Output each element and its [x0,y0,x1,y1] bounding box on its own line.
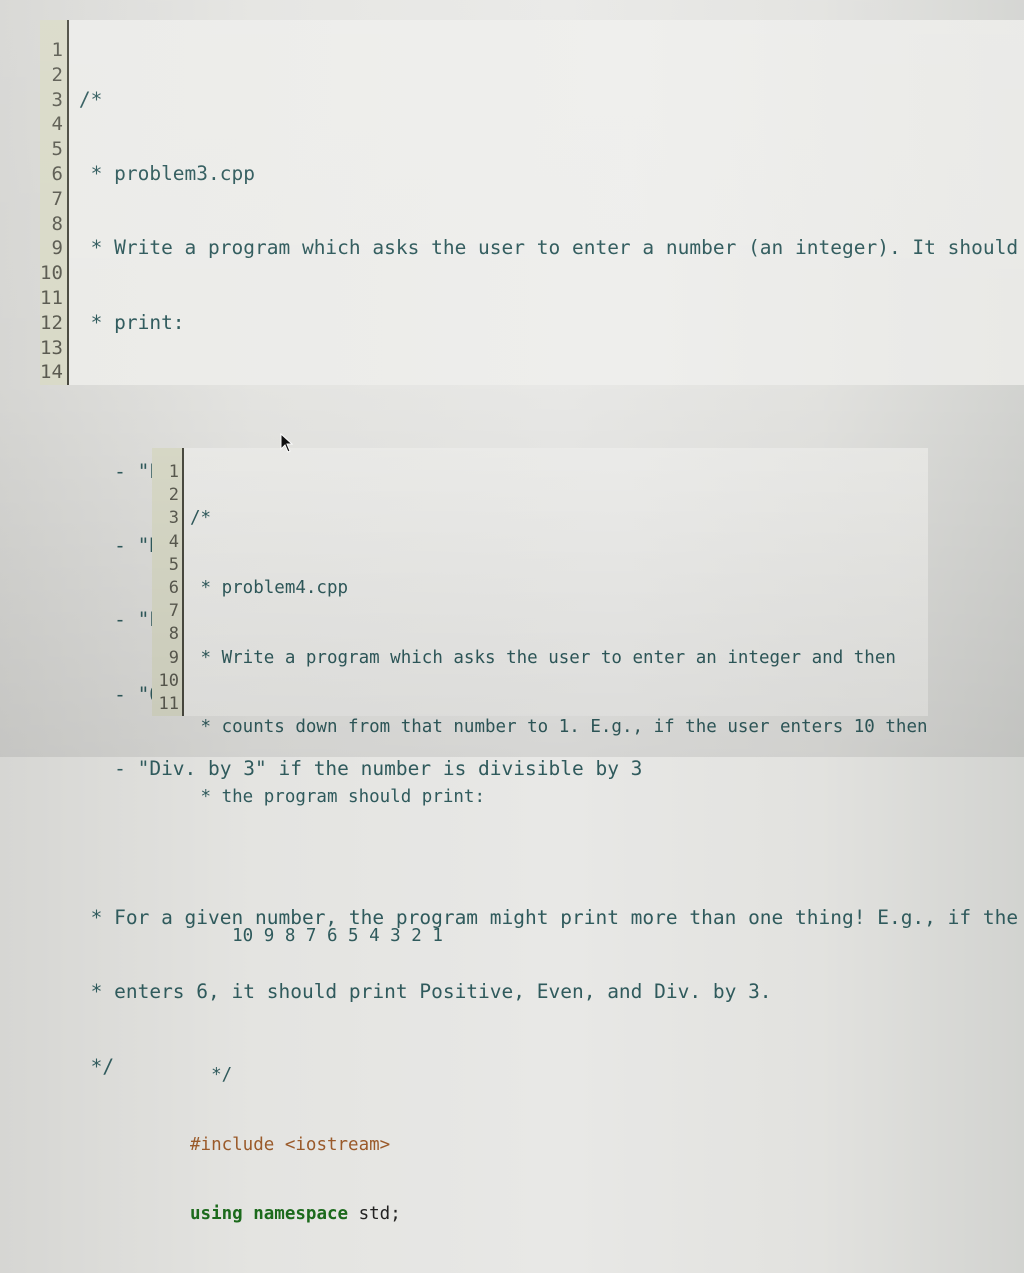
code-line-include[interactable]: #include <iostream> [190,1134,928,1157]
line-number: 2 [168,485,179,506]
code-area[interactable]: /* * problem3.cpp * Write a program whic… [69,20,1024,1078]
line-number: 5 [51,138,63,161]
arrow-pointer-icon [280,433,294,453]
include-header: <iostream> [284,1134,391,1155]
line-number: 8 [168,624,179,645]
line-number: 3 [168,508,179,529]
code-line[interactable]: /* [190,507,928,530]
line-number: 14 [40,361,63,384]
code-line[interactable]: * Write a program which asks the user to… [190,647,928,670]
editor-problem3[interactable]: 1 2 3 4 5 6 7 8 9 10 11 12 13 14 /* * pr… [40,20,1024,1078]
code-line[interactable] [79,385,1024,410]
line-number: 8 [51,212,63,235]
line-number-gutter: 1 2 3 4 5 6 7 8 9 10 11 12 13 14 [40,20,69,385]
code-line[interactable]: * print: [79,311,1024,336]
code-line[interactable]: 10 9 8 7 6 5 4 3 2 1 [190,925,928,948]
line-number: 10 [158,670,179,691]
code-line[interactable]: - "Div. by 3" if the number is divisible… [79,757,1024,782]
line-number: 9 [51,237,63,260]
code-line[interactable] [190,855,928,878]
code-line[interactable]: /* [79,88,1024,113]
line-number: 5 [168,554,179,575]
code-line[interactable] [190,995,928,1018]
line-number-gutter: 1 2 3 4 5 6 7 8 9 10 11 [152,448,184,716]
line-number: 1 [168,462,179,482]
code-line[interactable]: * the program should print: [190,786,928,809]
line-number: 3 [51,88,63,111]
namespace-name: std; [358,1204,401,1225]
code-line[interactable]: * problem3.cpp [79,162,1024,187]
code-line[interactable]: * counts down from that number to 1. E.g… [190,716,928,739]
code-line[interactable]: * Write a program which asks the user to… [79,236,1024,261]
line-number: 4 [168,531,179,552]
code-line[interactable]: * problem4.cpp [190,577,928,600]
using-keyword: using [190,1204,243,1225]
code-line[interactable] [79,832,1024,857]
namespace-keyword: namespace [253,1204,349,1225]
line-number: 6 [51,162,63,185]
code-line-using[interactable]: using namespace std; [190,1203,928,1226]
editor-problem4[interactable]: 1 2 3 4 5 6 7 8 9 10 11 /* * problem4.cp… [152,448,928,1224]
line-number: 4 [51,113,63,136]
line-number: 7 [51,187,63,210]
line-number: 12 [40,311,63,334]
include-directive: #include [190,1134,275,1155]
line-number: 1 [51,39,63,61]
code-line[interactable]: */ [190,1064,928,1087]
line-number: 2 [51,63,63,86]
line-number: 6 [168,577,179,598]
line-number: 13 [40,336,63,359]
line-number: 10 [40,262,63,285]
line-number: 11 [158,693,179,714]
code-area[interactable]: /* * problem4.cpp * Write a program whic… [184,448,928,1224]
line-number: 7 [168,601,179,622]
line-number: 9 [168,647,179,668]
line-number: 11 [40,286,63,309]
